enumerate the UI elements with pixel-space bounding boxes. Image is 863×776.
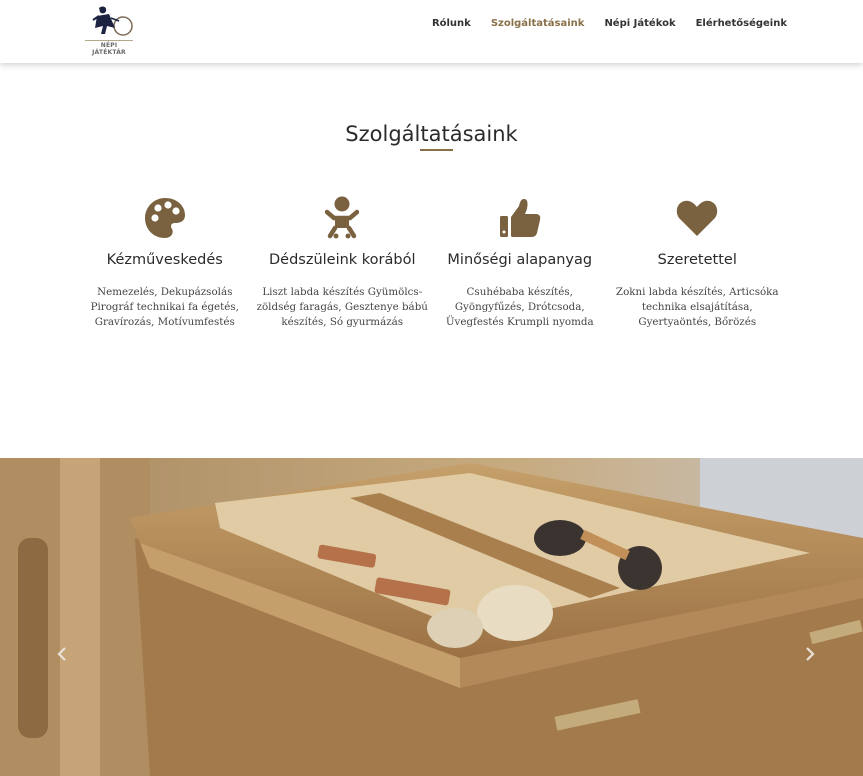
baby-icon	[254, 190, 432, 246]
site-header: NÉPI JÁTÉKTÁR Rólunk Szolgáltatásaink Né…	[0, 0, 863, 63]
slider-next-arrow-icon[interactable]	[802, 646, 818, 662]
service-title: Kézműveskedés	[106, 252, 223, 268]
hero-slider[interactable]	[0, 458, 863, 776]
nav-item-rolunk[interactable]: Rólunk	[432, 18, 471, 29]
section-title: Szolgáltatásaink	[345, 122, 518, 147]
service-card: Minőségi alapanyag Csuhébaba készítés, G…	[431, 190, 609, 330]
thumbs-up-icon	[431, 190, 609, 246]
service-description: Nemezelés, Dekupázsolás Pirográf technik…	[90, 286, 239, 328]
nav-item-elerhetosegeink[interactable]: Elérhetőségeink	[696, 18, 787, 29]
service-description: Csuhébaba készítés, Gyöngyfűzés, Drótcso…	[445, 286, 594, 328]
services-list: Kézműveskedés Nemezelés, Dekupázsolás Pi…	[76, 190, 786, 330]
service-description: Liszt labda készítés Gyümölcs-zöldség fa…	[256, 286, 428, 328]
logo-text: NÉPI JÁTÉKTÁR	[85, 40, 133, 56]
slider-prev-arrow-icon[interactable]	[54, 646, 70, 662]
service-card: Szeretettel Zokni labda készítés, Artics…	[609, 190, 787, 330]
service-card: Kézműveskedés Nemezelés, Dekupázsolás Pi…	[76, 190, 254, 330]
wooden-box-image	[0, 458, 863, 776]
service-title: Szeretettel	[657, 252, 737, 268]
main-nav: Rólunk Szolgáltatásaink Népi Játékok Elé…	[432, 18, 787, 29]
service-title: Minőségi alapanyag	[447, 252, 593, 268]
service-card: Dédszüleink korából Liszt labda készítés…	[254, 190, 432, 330]
heart-icon	[609, 190, 787, 246]
nav-item-nepi-jatekok[interactable]: Népi Játékok	[604, 18, 675, 29]
nav-item-szolgaltatasaink[interactable]: Szolgáltatásaink	[491, 18, 585, 29]
service-title: Dédszüleink korából	[268, 252, 416, 268]
service-description: Zokni labda készítés, Articsóka technika…	[615, 286, 779, 328]
palette-icon	[76, 190, 254, 246]
title-divider	[420, 149, 453, 151]
